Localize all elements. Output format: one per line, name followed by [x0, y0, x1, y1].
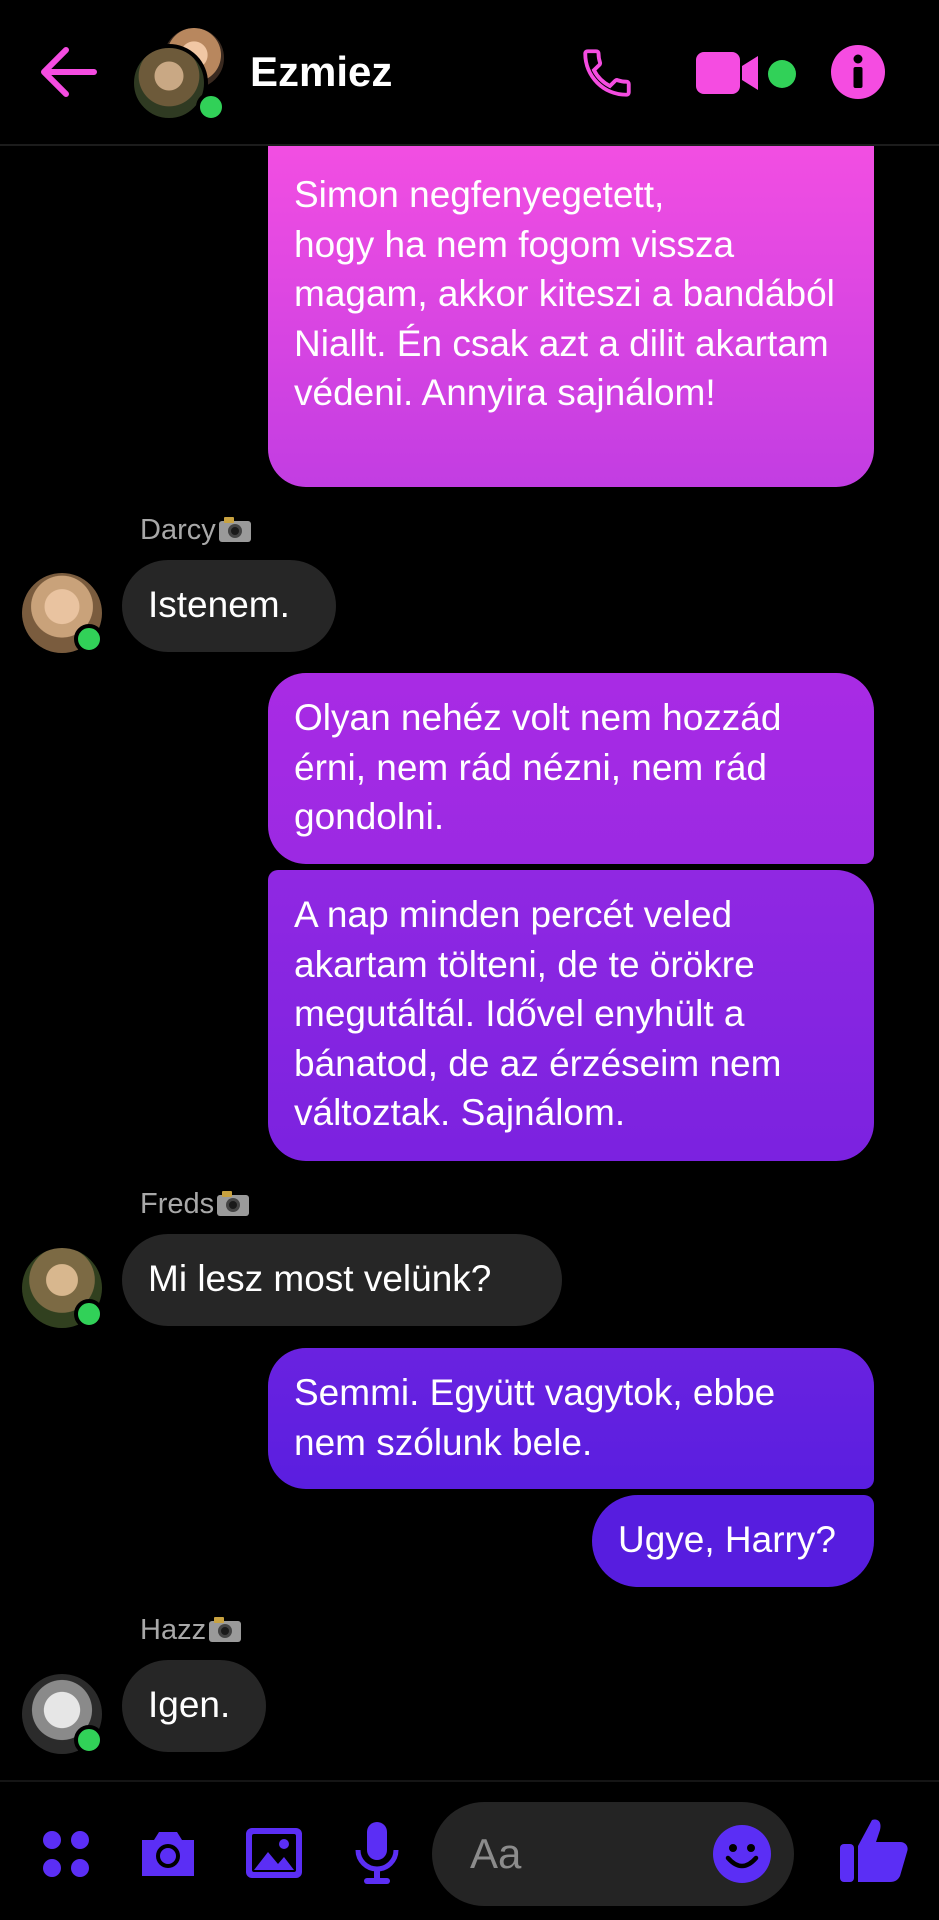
- message-2[interactable]: Istenem.: [122, 560, 336, 652]
- message-7[interactable]: Ugye, Harry?: [592, 1495, 874, 1587]
- thumbs-up-icon[interactable]: [838, 1814, 910, 1886]
- message-text: Igen.: [148, 1684, 231, 1725]
- sender-label: Hazz: [140, 1614, 207, 1646]
- menu-dots-icon[interactable]: [40, 1828, 92, 1880]
- message-text: Olyan nehéz volt nem hozzád érni, nem rá…: [294, 697, 782, 837]
- message-3[interactable]: Olyan nehéz volt nem hozzád érni, nem rá…: [268, 673, 874, 864]
- message-1[interactable]: Simon negfenyegetett, hogy ha nem fogom …: [268, 146, 874, 487]
- sender-name: Hazz: [140, 1614, 242, 1647]
- emoji-icon[interactable]: [712, 1824, 772, 1884]
- sender-label: Darcy: [140, 514, 216, 546]
- online-indicator: [74, 1299, 104, 1329]
- microphone-icon[interactable]: [352, 1820, 402, 1886]
- message-text: Istenem.: [148, 584, 290, 625]
- message-4[interactable]: A nap minden percét veled akartam tölten…: [268, 870, 874, 1161]
- video-camera-icon[interactable]: [696, 46, 766, 100]
- sender-name: Darcy: [140, 514, 252, 547]
- video-online-indicator: [768, 60, 796, 88]
- camera-icon[interactable]: [138, 1826, 198, 1880]
- camera-emoji-icon: [209, 1617, 242, 1642]
- online-indicator: [74, 1725, 104, 1755]
- online-indicator: [74, 624, 104, 654]
- conversation-title[interactable]: Ezmiez: [250, 48, 392, 96]
- message-text: A nap minden percét veled akartam tölten…: [294, 894, 782, 1133]
- message-input-placeholder: Aa: [470, 1830, 522, 1877]
- info-icon[interactable]: [830, 44, 886, 100]
- message-text: Mi lesz most velünk?: [148, 1258, 492, 1299]
- conversation-header: Ezmiez: [0, 0, 939, 146]
- message-text: Semmi. Együtt vagytok, ebbe nem szólunk …: [294, 1372, 776, 1463]
- arrow-left-icon[interactable]: [36, 44, 100, 100]
- message-5[interactable]: Mi lesz most velünk?: [122, 1234, 562, 1326]
- camera-emoji-icon: [218, 517, 251, 542]
- group-avatar[interactable]: [130, 24, 230, 124]
- sender-name: Freds: [140, 1188, 250, 1221]
- sender-label: Freds: [140, 1188, 215, 1220]
- phone-icon[interactable]: [578, 44, 636, 102]
- camera-emoji-icon: [217, 1191, 250, 1216]
- online-indicator: [196, 92, 226, 122]
- gallery-icon[interactable]: [244, 1826, 304, 1880]
- message-8[interactable]: Igen.: [122, 1660, 266, 1752]
- message-6[interactable]: Semmi. Együtt vagytok, ebbe nem szólunk …: [268, 1348, 874, 1489]
- message-text: Ugye, Harry?: [618, 1519, 836, 1560]
- message-text: Simon negfenyegetett, hogy ha nem fogom …: [294, 174, 835, 413]
